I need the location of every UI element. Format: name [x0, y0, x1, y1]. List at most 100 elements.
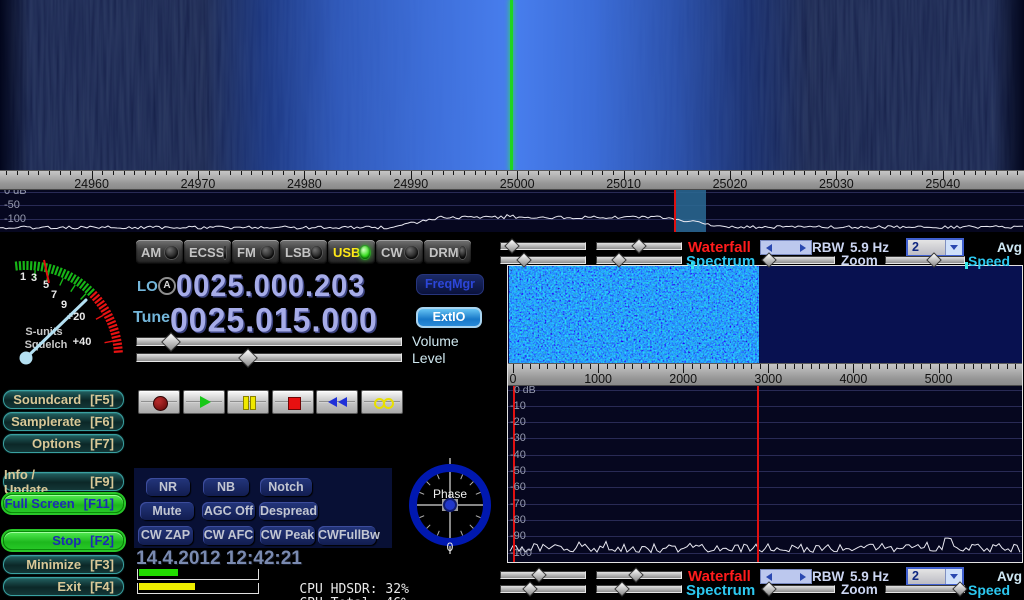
dsp-button-cw-afc[interactable]: CW AFC — [203, 526, 254, 545]
avg-dropdown-value[interactable]: 2 — [908, 240, 945, 255]
zoom-slider[interactable] — [765, 256, 835, 264]
avg-dropdown[interactable]: 2 — [906, 567, 964, 586]
dsp-button-nb[interactable]: NB — [203, 478, 249, 496]
db-label: -10 — [510, 400, 526, 412]
spin-right-icon[interactable] — [800, 244, 806, 252]
side-button-key: [F5] — [90, 392, 114, 407]
freqmgr-button[interactable]: FreqMgr — [416, 274, 484, 295]
wf-brightness-slider[interactable] — [596, 571, 682, 579]
side-button-stop[interactable]: Stop[F2] — [3, 531, 124, 550]
s-meter: 13579+20+40S-unitsSquelch — [0, 238, 130, 380]
scale-tick — [347, 171, 348, 175]
main-frequency-scale[interactable]: 2496024970249802499025000250102502025030… — [0, 170, 1024, 190]
level-slider-thumb[interactable] — [238, 348, 258, 368]
scale-tick — [453, 171, 454, 175]
mode-button-ecss[interactable]: ECSS — [184, 240, 231, 264]
speed-slider[interactable] — [885, 585, 965, 593]
scale-tick — [760, 364, 761, 369]
scale-tick — [826, 171, 827, 175]
volume-slider[interactable] — [136, 337, 402, 346]
main-waterfall-display[interactable] — [0, 0, 1024, 170]
scale-tick — [717, 364, 718, 369]
dsp-button-despread[interactable]: Despread — [259, 502, 318, 520]
dsp-button-cw-peak[interactable]: CW Peak — [260, 526, 315, 545]
scale-tick — [400, 171, 401, 175]
scale-tick — [1007, 171, 1008, 175]
mode-button-usb[interactable]: USB — [328, 240, 375, 264]
lo-lock-badge[interactable]: A — [158, 277, 176, 295]
loop-button[interactable] — [361, 390, 403, 414]
slider-thumb[interactable] — [523, 581, 539, 597]
spin-right-icon[interactable] — [800, 573, 806, 581]
scale-tick — [858, 171, 859, 175]
side-button-options[interactable]: Options[F7] — [3, 434, 124, 453]
scale-tick — [187, 171, 188, 175]
side-button-minimize[interactable]: Minimize[F3] — [3, 555, 124, 574]
rewind-button[interactable] — [316, 390, 358, 414]
scale-tick — [777, 364, 778, 369]
phase-dial: Phase 0 — [406, 454, 494, 558]
dropdown-arrow-icon[interactable] — [945, 240, 962, 255]
slider-thumb[interactable] — [628, 567, 644, 583]
record-button[interactable] — [138, 390, 180, 414]
mode-button-lsb[interactable]: LSB — [280, 240, 327, 264]
dsp-button-agc-off[interactable]: AGC Off — [202, 502, 255, 520]
pause-button[interactable] — [227, 390, 269, 414]
tune-frequency-value[interactable]: 0025.015.000 — [170, 300, 378, 340]
audio-spectrum-display[interactable]: 0 dB-10-20-30-40-50-60-70-80-90-100 — [508, 386, 1022, 562]
slider-thumb[interactable] — [531, 567, 547, 583]
scale-tick — [726, 364, 727, 369]
cpu-total-fill — [139, 583, 195, 590]
scale-tick — [913, 364, 914, 369]
scale-tick — [38, 171, 39, 175]
mode-button-drm[interactable]: DRM — [424, 240, 471, 264]
spec-range-slider[interactable] — [500, 585, 586, 593]
stop-button[interactable] — [272, 390, 314, 414]
extio-button[interactable]: ExtIO — [416, 307, 482, 328]
dsp-button-mute[interactable]: Mute — [140, 502, 194, 520]
side-button-info-update[interactable]: Info / Update[F9] — [3, 472, 124, 491]
audio-frequency-scale[interactable]: 010002000300040005000 — [508, 363, 1022, 386]
spin-left-icon[interactable] — [766, 244, 772, 252]
side-button-exit[interactable]: Exit[F4] — [3, 577, 124, 596]
zoom-slider[interactable] — [765, 585, 835, 593]
scale-tick — [421, 171, 422, 175]
mode-button-am[interactable]: AM — [136, 240, 183, 264]
spec-offset-slider[interactable] — [596, 256, 682, 264]
spec-offset-slider[interactable] — [596, 585, 682, 593]
dsp-button-notch[interactable]: Notch — [260, 478, 312, 496]
audio-waterfall-display[interactable] — [508, 266, 1022, 363]
level-slider[interactable] — [136, 353, 402, 362]
spectrum-label[interactable]: Spectrum — [686, 582, 755, 599]
side-button-key: [F11] — [84, 496, 114, 511]
play-button[interactable] — [183, 390, 225, 414]
record-icon — [153, 396, 168, 411]
mode-button-label: FM — [237, 245, 256, 260]
slider-thumb[interactable] — [614, 581, 630, 597]
spec-range-slider[interactable] — [500, 256, 586, 264]
slider-thumb[interactable] — [631, 238, 647, 254]
dsp-button-cw-zap[interactable]: CW ZAP — [138, 526, 193, 545]
scale-tick — [134, 171, 135, 175]
rewind-icon — [328, 397, 337, 407]
scale-tick — [113, 171, 114, 175]
main-spectrum-display[interactable]: 0 dB-50-100 — [0, 190, 1024, 232]
scale-tick — [358, 171, 359, 175]
mode-button-fm[interactable]: FM — [232, 240, 279, 264]
dsp-button-cwfullbw[interactable]: CWFullBw — [318, 526, 376, 545]
side-button-soundcard[interactable]: Soundcard[F5] — [3, 390, 124, 409]
wf-contrast-slider[interactable] — [500, 242, 586, 250]
wf-brightness-slider[interactable] — [596, 242, 682, 250]
side-button-samplerate[interactable]: Samplerate[F6] — [3, 412, 124, 431]
speed-slider[interactable] — [885, 256, 965, 264]
slider-thumb[interactable] — [504, 238, 520, 254]
avg-dropdown-value[interactable]: 2 — [908, 569, 945, 584]
scale-tick — [272, 171, 273, 175]
side-button-full-screen[interactable]: Full Screen[F11] — [3, 494, 124, 513]
zoom-label: Zoom — [841, 582, 878, 597]
spectrum-label[interactable]: Spectrum — [686, 253, 755, 270]
dsp-button-nr[interactable]: NR — [146, 478, 190, 496]
wf-contrast-slider[interactable] — [500, 571, 586, 579]
mode-button-cw[interactable]: CW — [376, 240, 423, 264]
spin-left-icon[interactable] — [766, 573, 772, 581]
